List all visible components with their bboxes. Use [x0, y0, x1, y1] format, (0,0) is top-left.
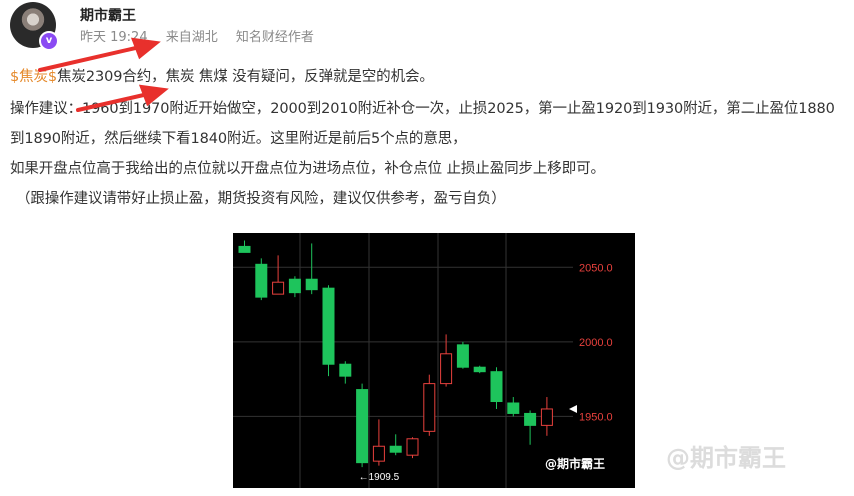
post-line-4: 如果开盘点位高于我给出的点位就以开盘点位为进场点位，补仓点位 止损止盈同步上移即… — [10, 161, 605, 177]
candle-body — [288, 278, 301, 294]
arrow-head-2 — [138, 84, 169, 107]
candle-body — [456, 344, 469, 368]
chart-watermark: @期市霸王 — [545, 456, 605, 471]
candle-body — [322, 287, 335, 365]
candle-body — [440, 353, 453, 385]
candle-body — [339, 363, 352, 377]
candle-body — [406, 438, 419, 456]
candle-body — [356, 389, 369, 464]
candle-body — [423, 383, 436, 432]
candlestick-svg: 2050.0 2000.0 1950.0 ←1909.5 @期市霸王 — [233, 233, 613, 488]
price-tick-label: 1950.0 — [579, 411, 613, 423]
candle-body — [389, 445, 402, 453]
candle-body — [507, 402, 520, 414]
arrow-head-1 — [130, 37, 161, 60]
candle-body — [524, 412, 537, 426]
post-line-5: （跟操作建议请带好止损止盈，期货投资有风险，建议仅供参考，盈亏自负） — [16, 191, 506, 207]
price-tick-label: 2050.0 — [579, 262, 613, 274]
candle-body — [305, 278, 318, 291]
watermark: @期市霸王 — [666, 444, 786, 472]
candle-body — [490, 371, 503, 403]
candlestick-chart[interactable]: 2050.0 2000.0 1950.0 ←1909.5 @期市霸王 — [233, 233, 635, 488]
candle-body — [540, 408, 553, 426]
arrow-line-1 — [38, 45, 142, 72]
candle-body — [255, 263, 268, 298]
price-tick-label: 2000.0 — [579, 337, 613, 349]
annotation-arrows — [38, 37, 169, 112]
last-price-marker-icon — [569, 404, 577, 413]
candle-body — [372, 445, 385, 462]
low-price-label: ←1909.5 — [359, 472, 400, 483]
candle-body — [238, 245, 251, 253]
candle-body — [272, 281, 285, 295]
candle-body — [473, 366, 486, 373]
arrow-line-2 — [76, 92, 150, 112]
